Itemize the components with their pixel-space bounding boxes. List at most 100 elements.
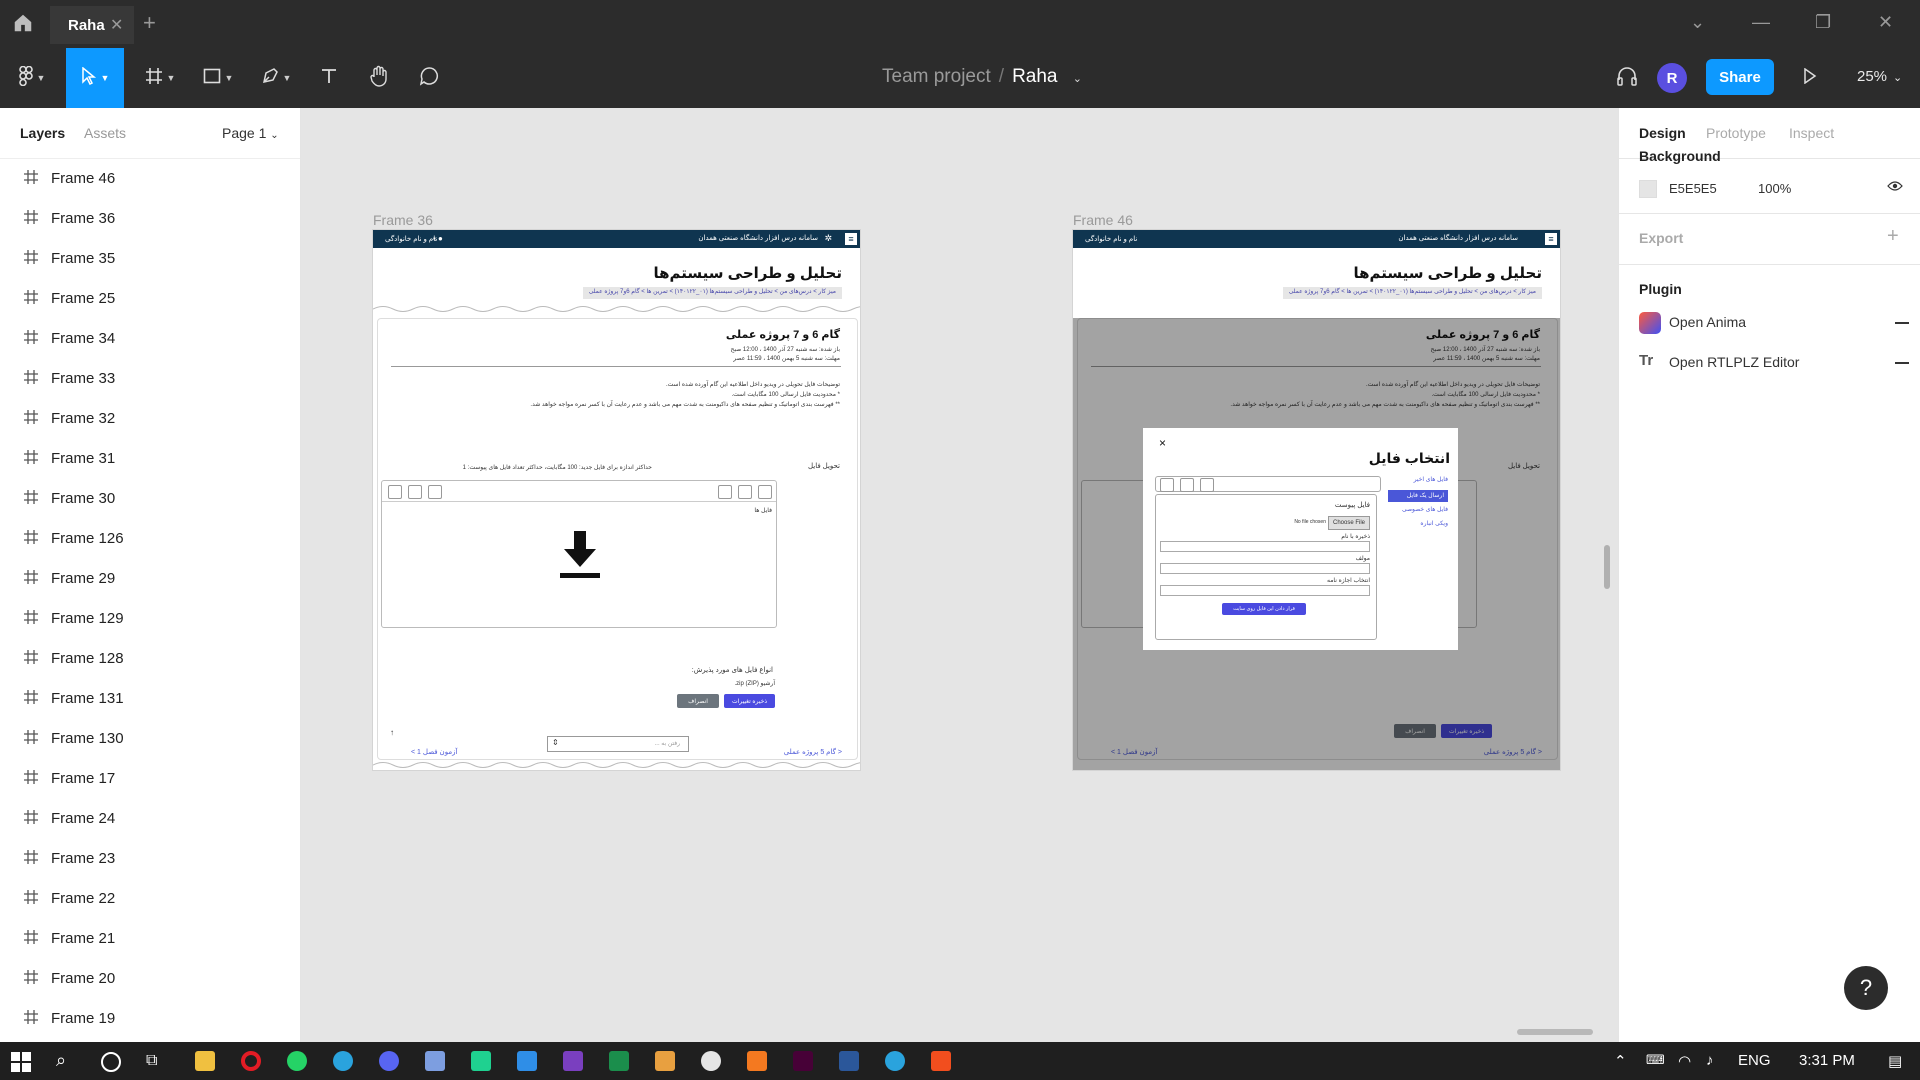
hand-tool-button[interactable] [364,48,394,108]
layer-item[interactable]: Frame 21 [0,919,300,959]
present-button[interactable] [1798,48,1822,108]
close-tab-icon[interactable]: ✕ [110,15,123,35]
list-view-icon[interactable] [1180,478,1194,492]
layer-item[interactable]: Frame 29 [0,559,300,599]
grid-view-icon[interactable] [428,485,442,499]
cortana-icon[interactable] [101,1052,121,1072]
wordpress-icon[interactable] [701,1051,721,1071]
next-activity-link[interactable]: آزمون فصل 1 > [411,748,457,756]
figma-taskbar-icon[interactable] [931,1051,951,1071]
help-button[interactable]: ? [1844,966,1888,1010]
keyboard-icon[interactable]: ⌨ [1646,1052,1665,1068]
breadcrumb[interactable]: میز کار > درس‌های من > تحلیل و طراحی سیس… [582,287,842,299]
menu-upload-file[interactable]: ارسال یک فایل [1388,490,1448,502]
layer-item[interactable]: Frame 23 [0,839,300,879]
clock[interactable]: 3:31 PM [1799,1052,1855,1069]
minimize-icon[interactable]: — [1752,12,1770,33]
tab-assets[interactable]: Assets [84,125,126,141]
new-tab-icon[interactable]: + [143,10,156,36]
layer-item[interactable]: Frame 129 [0,599,300,639]
layer-item[interactable]: Frame 36 [0,199,300,239]
maple-icon[interactable] [563,1051,583,1071]
frame-label[interactable]: Frame 46 [1073,212,1133,228]
layer-item[interactable]: Frame 24 [0,799,300,839]
discord-icon[interactable] [379,1051,399,1071]
layer-item[interactable]: Frame 131 [0,679,300,719]
tab-layers[interactable]: Layers [20,125,65,141]
vscode-icon[interactable] [517,1051,537,1071]
language-indicator[interactable]: ENG [1738,1052,1771,1069]
tab-inspect[interactable]: Inspect [1789,125,1834,141]
avatar[interactable]: R [1657,63,1687,93]
chevron-up-icon[interactable]: ⌃ [1614,1052,1627,1070]
layer-item[interactable]: Frame 22 [0,879,300,919]
file-drop-zone[interactable]: فایل ها [381,480,777,628]
layer-item[interactable]: Frame 33 [0,359,300,399]
scroll-top-icon[interactable]: ↑ [390,728,394,737]
close-icon[interactable]: × [1159,436,1166,450]
move-tool-button[interactable]: ▼ [66,48,124,108]
horizontal-scrollbar[interactable] [1517,1029,1593,1035]
layer-item[interactable]: Frame 30 [0,479,300,519]
page-selector[interactable]: Page 1 ⌄ [222,125,279,141]
list-view-icon[interactable] [408,485,422,499]
files-folder[interactable]: فایل ها [754,507,772,514]
main-menu-button[interactable]: ▼ [10,48,54,108]
menu-recent-files[interactable]: فایل های اخیر [1388,476,1448,490]
tab-prototype[interactable]: Prototype [1706,125,1766,141]
zoom-dropdown[interactable]: 25% ⌄ [1857,68,1902,85]
menu-wiki-repository[interactable]: ویکی انباره [1388,520,1448,534]
prev-activity-link[interactable]: < گام 5 پروژه عملی [784,748,842,756]
search-icon[interactable]: ⌕ [56,1050,66,1071]
wifi-icon[interactable]: ◠ [1678,1052,1691,1070]
background-swatch[interactable] [1639,180,1657,198]
author-input[interactable] [1160,563,1370,574]
whatsapp-icon[interactable] [287,1051,307,1071]
text-tool-button[interactable] [314,48,344,108]
virtualbox-icon[interactable] [425,1051,445,1071]
layer-item[interactable]: Frame 128 [0,639,300,679]
opera-icon[interactable] [241,1051,261,1071]
task-view-icon[interactable]: ⧉ [146,1052,157,1070]
remove-plugin-icon[interactable] [1895,322,1909,324]
frame-36[interactable]: نام و نام خانوادگی ▪ ● سامانه درس افزار … [373,230,860,770]
tab-design[interactable]: Design [1639,125,1686,141]
file-tab[interactable]: Raha ✕ [50,6,134,44]
audio-button[interactable] [1612,48,1642,108]
eye-icon[interactable] [1887,179,1903,197]
download-icon[interactable] [718,485,732,499]
cancel-button[interactable]: انصراف [677,694,719,708]
breadcrumb[interactable]: میز کار > درس‌های من > تحلیل و طراحی سیس… [1282,287,1542,299]
layer-item[interactable]: Frame 46 [0,159,300,199]
frame-46[interactable]: نام و نام خانوادگی سامانه درس افزار دانش… [1073,230,1560,770]
notifications-icon[interactable]: ▤ [1888,1052,1902,1070]
save-changes-button[interactable]: ذخیره تغییرات [724,694,775,708]
add-file-icon[interactable] [758,485,772,499]
background-opacity[interactable]: 100% [1758,181,1791,196]
license-select[interactable] [1160,585,1370,596]
folder-icon[interactable] [388,485,402,499]
layer-item[interactable]: Frame 126 [0,519,300,559]
menu-private-files[interactable]: فایل های خصوصی [1388,506,1448,520]
add-export-icon[interactable]: + [1887,225,1899,248]
layer-item[interactable]: Frame 31 [0,439,300,479]
shape-tool-button[interactable]: ▼ [196,48,240,108]
file-explorer-icon[interactable] [195,1051,215,1071]
layer-item[interactable]: Frame 34 [0,319,300,359]
restore-icon[interactable]: ❐ [1815,12,1831,33]
frame-tool-button[interactable]: ▼ [138,48,182,108]
app-icon[interactable] [655,1051,675,1071]
home-icon[interactable] [12,12,38,38]
word-icon[interactable] [839,1051,859,1071]
pen-tool-button[interactable]: ▼ [254,48,298,108]
chevron-down-icon[interactable]: ⌄ [1073,73,1082,85]
vertical-scrollbar[interactable] [1604,545,1610,589]
choose-file-button[interactable]: Choose File [1328,516,1370,530]
layer-item[interactable]: Frame 32 [0,399,300,439]
jump-to-select[interactable]: ⇕ رفتن به ... [547,736,689,752]
share-button[interactable]: Share [1706,59,1774,95]
excel-icon[interactable] [609,1051,629,1071]
telegram-desktop-icon[interactable] [885,1051,905,1071]
save-as-input[interactable] [1160,541,1370,552]
layer-item[interactable]: Frame 19 [0,999,300,1039]
